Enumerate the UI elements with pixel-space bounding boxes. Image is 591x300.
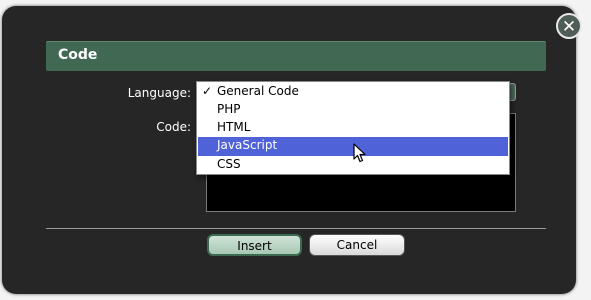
mouse-pointer-icon [353,143,366,163]
dialog-title: Code [58,47,98,63]
cancel-button[interactable]: Cancel [309,234,405,256]
dropdown-option-general-code[interactable]: ✓ General Code [198,83,508,100]
divider [46,228,546,229]
close-icon[interactable]: ✕ [556,13,582,39]
insert-button[interactable]: Insert [207,234,302,256]
code-label: Code: [156,120,191,134]
check-icon: ✓ [202,84,213,98]
dropdown-option-html[interactable]: HTML [198,119,508,136]
dropdown-option-label: HTML [217,120,251,134]
dropdown-option-label: CSS [217,157,241,171]
dropdown-option-label: PHP [217,102,241,116]
dropdown-option-label: JavaScript [217,138,278,152]
dropdown-option-label: General Code [217,84,299,98]
dropdown-option-php[interactable]: PHP [198,101,508,118]
language-label: Language: [127,86,191,100]
dialog-title-bar: Code [46,41,546,71]
